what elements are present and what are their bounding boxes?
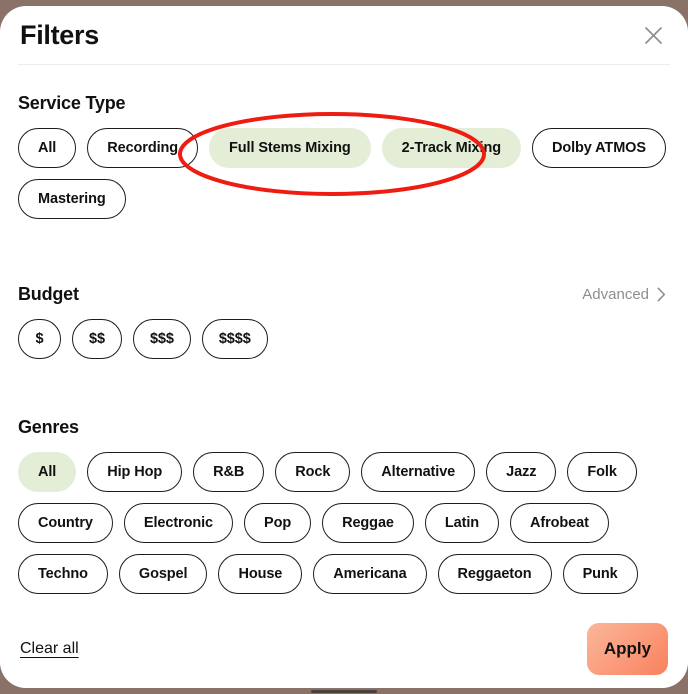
chip-genre-electronic[interactable]: Electronic	[124, 503, 233, 543]
modal-header: Filters	[0, 6, 688, 64]
chip-genre-alternative[interactable]: Alternative	[361, 452, 475, 492]
section-budget: Budget Advanced $ $$ $$$ $$$$	[18, 219, 670, 359]
chip-genre-latin[interactable]: Latin	[425, 503, 499, 543]
filters-modal: Filters Service Type All Recording	[0, 6, 688, 688]
section-title-budget: Budget	[18, 284, 79, 305]
section-genres-header: Genres	[18, 417, 670, 438]
section-title-genres: Genres	[18, 417, 79, 438]
chip-genre-pop[interactable]: Pop	[244, 503, 311, 543]
chip-genre-reggaeton[interactable]: Reggaeton	[438, 554, 552, 594]
section-title-service-type: Service Type	[18, 93, 125, 114]
chip-genre-house[interactable]: House	[218, 554, 302, 594]
apply-button[interactable]: Apply	[587, 623, 668, 675]
section-service-type: Service Type All Recording Full Stems Mi…	[18, 65, 670, 219]
chip-genre-rock[interactable]: Rock	[275, 452, 350, 492]
service-type-chip-group: All Recording Full Stems Mixing 2-Track …	[18, 128, 670, 219]
chip-service-all[interactable]: All	[18, 128, 76, 168]
chip-genre-techno[interactable]: Techno	[18, 554, 108, 594]
chevron-right-icon	[657, 287, 666, 302]
page-title: Filters	[20, 22, 99, 49]
screen: Filters Service Type All Recording	[0, 0, 688, 694]
chip-genre-gospel[interactable]: Gospel	[119, 554, 208, 594]
home-indicator	[311, 690, 377, 693]
chip-budget-3[interactable]: $$$	[133, 319, 191, 359]
chip-genre-punk[interactable]: Punk	[563, 554, 638, 594]
close-icon	[644, 26, 663, 45]
genres-chip-group: All Hip Hop R&B Rock Alternative Jazz Fo…	[18, 452, 670, 594]
chip-budget-4[interactable]: $$$$	[202, 319, 268, 359]
chip-service-dolby-atmos[interactable]: Dolby ATMOS	[532, 128, 666, 168]
chip-service-2-track-mixing[interactable]: 2-Track Mixing	[382, 128, 521, 168]
chip-genre-hip-hop[interactable]: Hip Hop	[87, 452, 182, 492]
close-button[interactable]	[638, 20, 668, 50]
chip-genre-americana[interactable]: Americana	[313, 554, 426, 594]
section-service-type-header: Service Type	[18, 93, 670, 114]
chip-budget-1[interactable]: $	[18, 319, 61, 359]
chip-genre-all[interactable]: All	[18, 452, 76, 492]
advanced-budget-link[interactable]: Advanced	[582, 286, 666, 303]
chip-genre-r-and-b[interactable]: R&B	[193, 452, 264, 492]
chip-genre-folk[interactable]: Folk	[567, 452, 636, 492]
chip-genre-afrobeat[interactable]: Afrobeat	[510, 503, 609, 543]
chip-service-full-stems-mixing[interactable]: Full Stems Mixing	[209, 128, 371, 168]
chip-service-mastering[interactable]: Mastering	[18, 179, 126, 219]
budget-chip-group: $ $$ $$$ $$$$	[18, 319, 670, 359]
chip-genre-reggae[interactable]: Reggae	[322, 503, 414, 543]
section-budget-header: Budget Advanced	[18, 284, 670, 305]
section-genres: Genres All Hip Hop R&B Rock Alternative …	[18, 359, 670, 594]
chip-genre-country[interactable]: Country	[18, 503, 113, 543]
filters-body: Service Type All Recording Full Stems Mi…	[0, 65, 688, 688]
clear-all-button[interactable]: Clear all	[20, 636, 79, 662]
chip-genre-jazz[interactable]: Jazz	[486, 452, 556, 492]
chip-budget-2[interactable]: $$	[72, 319, 122, 359]
advanced-label: Advanced	[582, 286, 649, 303]
chip-service-recording[interactable]: Recording	[87, 128, 198, 168]
modal-footer: Clear all Apply	[0, 610, 688, 688]
